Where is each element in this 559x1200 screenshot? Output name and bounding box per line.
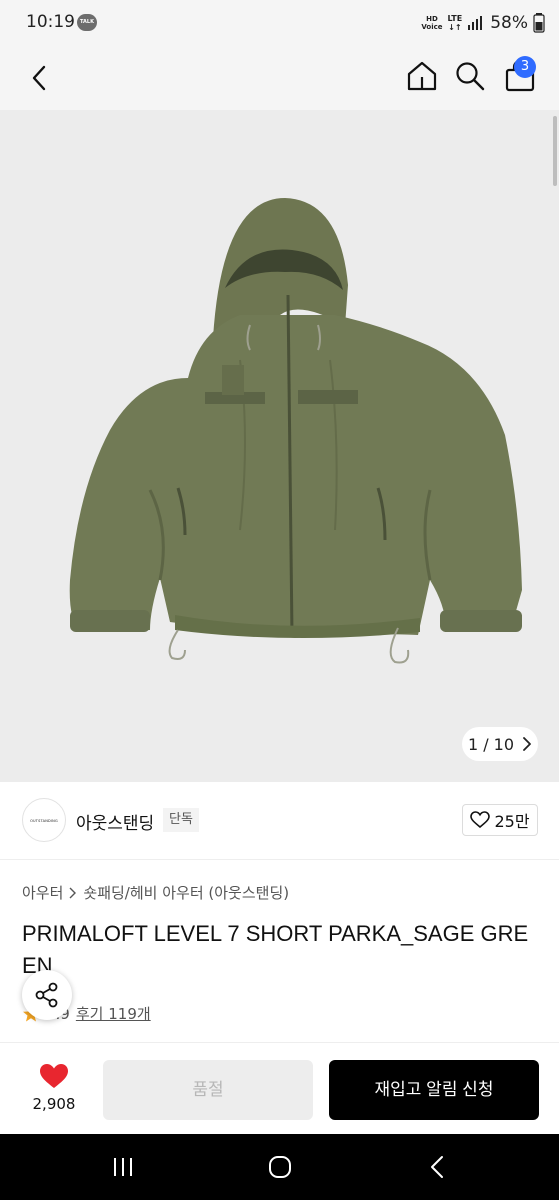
lte-arrows: ↓↑: [448, 23, 462, 32]
signal-icon: [468, 16, 483, 30]
review-count-link[interactable]: 후기 119개: [76, 1003, 151, 1024]
product-image-gallery[interactable]: 1 / 10: [0, 110, 559, 782]
image-pager[interactable]: 1 / 10: [462, 727, 538, 761]
status-indicators: HD Voice LTE ↓↑ 58%: [421, 10, 545, 36]
system-back-icon[interactable]: [426, 1154, 448, 1180]
home-icon: [407, 61, 437, 91]
heart-outline-icon: [470, 811, 491, 829]
status-bar: 10:19 TALK HD Voice LTE ↓↑ 58%: [0, 0, 559, 46]
lte-label: LTE: [447, 14, 463, 23]
brand-like-count: 25만: [494, 812, 530, 831]
search-icon: [456, 62, 485, 91]
top-navigation: [0, 46, 559, 110]
chevron-right-icon: [523, 737, 531, 751]
cart-count-badge: 3: [514, 56, 536, 78]
battery-percent: 58%: [490, 13, 528, 33]
breadcrumb-subcategory[interactable]: 숏패딩/헤비 아우터 (아웃스탠딩): [83, 882, 289, 903]
wishlist-count: 2,908: [32, 1095, 76, 1113]
hd-label: HD: [426, 15, 438, 23]
brand-like-button[interactable]: 25만: [462, 804, 538, 836]
battery-icon: [533, 13, 545, 33]
scroll-indicator[interactable]: [553, 116, 557, 186]
brand-logo-text: OUTSTANDING: [30, 819, 58, 823]
share-icon: [35, 982, 58, 1008]
recent-apps-icon[interactable]: [110, 1154, 136, 1180]
voice-label: Voice: [421, 23, 443, 31]
chevron-left-icon: [32, 65, 46, 91]
system-home-icon[interactable]: [266, 1154, 294, 1180]
product-title: PRIMALOFT LEVEL 7 SHORT PARKA_SAGE GREEN: [22, 921, 529, 978]
hd-voice-icon: HD Voice: [421, 15, 442, 31]
breadcrumb-category[interactable]: 아우터: [22, 882, 63, 903]
brand-row: OUTSTANDING 아웃스탠딩 단독 25만: [0, 782, 559, 860]
chevron-right-icon: [69, 887, 77, 898]
lte-icon: LTE ↓↑: [448, 14, 463, 32]
share-button[interactable]: [22, 970, 72, 1020]
breadcrumb: 아우터 숏패딩/헤비 아우터 (아웃스탠딩): [22, 882, 289, 903]
brand-logo[interactable]: OUTSTANDING: [22, 798, 66, 842]
home-button[interactable]: [404, 58, 440, 94]
search-button[interactable]: [452, 58, 488, 94]
kakaotalk-notification-icon: TALK: [77, 14, 97, 31]
wishlist-button[interactable]: 2,908: [24, 1063, 84, 1113]
soldout-button[interactable]: 품절: [103, 1060, 313, 1120]
brand-name[interactable]: 아웃스탠딩: [76, 809, 154, 834]
product-photo-jacket: [69, 198, 522, 664]
image-pager-text: 1 / 10: [467, 734, 515, 754]
status-time: 10:19: [26, 12, 75, 32]
heart-filled-icon: [40, 1064, 68, 1088]
back-button[interactable]: [22, 60, 58, 96]
purchase-action-bar: 2,908 품절 재입고 알림 신청: [0, 1042, 559, 1134]
exclusive-badge: 단독: [163, 808, 199, 832]
system-navigation-bar: [0, 1134, 559, 1200]
restock-alert-button[interactable]: 재입고 알림 신청: [329, 1060, 539, 1120]
